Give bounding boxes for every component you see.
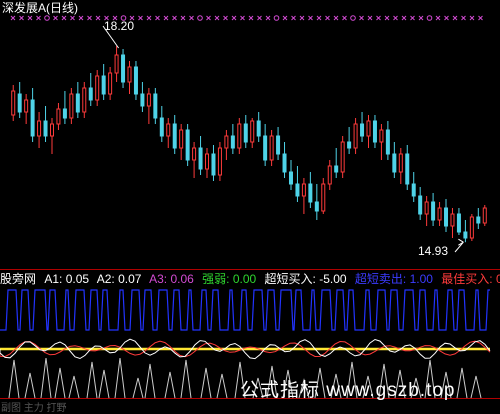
candle-body bbox=[133, 66, 138, 95]
candle-body bbox=[301, 183, 306, 197]
candle-body bbox=[11, 90, 16, 116]
candle-body bbox=[37, 120, 42, 137]
candle-body bbox=[114, 54, 119, 74]
indicator-best-buy: 最佳买入: 0.0 bbox=[441, 272, 500, 286]
watermark: 公式指标 www.gszb.top bbox=[240, 380, 456, 401]
candle-body bbox=[276, 135, 281, 155]
candle-body bbox=[101, 75, 106, 95]
candle bbox=[217, 142, 222, 181]
candle-body bbox=[314, 201, 319, 212]
candle-body bbox=[179, 129, 184, 149]
candle-body bbox=[198, 147, 203, 170]
candle-body bbox=[288, 171, 293, 185]
candle-body bbox=[153, 93, 158, 119]
indicator-ultra-short-buy: 超短买入: -5.00 bbox=[264, 272, 347, 286]
candle-body bbox=[217, 147, 222, 176]
candle-body bbox=[411, 183, 416, 197]
candle-body bbox=[250, 120, 255, 143]
candle-body bbox=[56, 108, 61, 125]
candle-body bbox=[437, 207, 442, 221]
candle-body bbox=[211, 153, 216, 176]
candle-body bbox=[49, 123, 54, 137]
candle-body bbox=[379, 129, 384, 143]
candle-body bbox=[108, 72, 113, 95]
high-price-label: 18.20 bbox=[104, 19, 135, 33]
chart-title: 深发展A(日线) bbox=[2, 1, 78, 15]
candle bbox=[133, 61, 138, 100]
candle-body bbox=[159, 117, 164, 137]
indicator-legend: 股旁网 A1: 0.05 A2: 0.07 A3: 0.06 强弱: 0.00 … bbox=[0, 272, 500, 286]
candle-body bbox=[269, 135, 274, 161]
candle-body bbox=[121, 54, 126, 83]
candle-body bbox=[450, 213, 455, 227]
corner-text: 副图 主力 打野 bbox=[1, 403, 67, 414]
candle-body bbox=[405, 153, 410, 185]
candle-body bbox=[469, 216, 474, 239]
indicator-a1: A1: 0.05 bbox=[44, 272, 90, 286]
candle bbox=[185, 124, 190, 166]
candle-body bbox=[347, 141, 352, 149]
candle-body bbox=[69, 93, 74, 119]
candle-body bbox=[43, 120, 48, 137]
candle-body bbox=[205, 153, 210, 170]
candle-body bbox=[366, 120, 371, 137]
candle-body bbox=[282, 153, 287, 173]
candle-body bbox=[185, 129, 190, 161]
indicator-strength: 强弱: 0.00 bbox=[202, 272, 257, 286]
candle-body bbox=[127, 66, 132, 83]
indicator-a3: A3: 0.06 bbox=[149, 272, 194, 286]
candle-body bbox=[418, 195, 423, 215]
candle-body bbox=[75, 93, 80, 113]
candle-body bbox=[237, 123, 242, 149]
candle-body bbox=[230, 135, 235, 149]
candle-body bbox=[140, 93, 145, 107]
candle-body bbox=[327, 165, 332, 185]
candle-body bbox=[62, 108, 67, 119]
candle-body bbox=[295, 183, 300, 197]
candle-body bbox=[360, 123, 365, 137]
indicator-ultra-short-sell: 超短卖出: 1.00 bbox=[354, 272, 433, 286]
candle bbox=[340, 136, 345, 178]
candle-body bbox=[340, 141, 345, 173]
candle-body bbox=[372, 120, 377, 143]
low-price-label: 14.93 bbox=[418, 244, 449, 258]
candle-body bbox=[424, 201, 429, 215]
candle-body bbox=[482, 207, 487, 224]
candle-body bbox=[431, 201, 436, 221]
candle-body bbox=[334, 165, 339, 173]
chart-canvas bbox=[0, 0, 500, 411]
candle-body bbox=[172, 123, 177, 149]
candle-body bbox=[24, 99, 29, 113]
candle bbox=[482, 205, 487, 226]
candle-body bbox=[385, 129, 390, 155]
candle-body bbox=[444, 207, 449, 227]
candle-body bbox=[88, 87, 93, 101]
indicator-a2: A2: 0.07 bbox=[96, 272, 142, 286]
candle-body bbox=[256, 120, 261, 137]
candle-body bbox=[398, 153, 403, 173]
candle-body bbox=[392, 153, 397, 173]
candle-body bbox=[456, 213, 461, 233]
candle-body bbox=[263, 135, 268, 161]
candle-body bbox=[30, 99, 35, 137]
candle-body bbox=[224, 135, 229, 149]
candle-body bbox=[166, 123, 171, 137]
candle-body bbox=[17, 93, 22, 113]
candle bbox=[469, 214, 474, 241]
candle-body bbox=[146, 93, 151, 107]
candle-body bbox=[321, 183, 326, 212]
candle-body bbox=[353, 123, 358, 149]
candle-body bbox=[476, 216, 481, 224]
candle-body bbox=[192, 147, 197, 161]
indicator-panel-name: 股旁网 bbox=[0, 272, 37, 286]
candle-body bbox=[463, 231, 468, 239]
candle-body bbox=[95, 75, 100, 101]
candle-body bbox=[308, 183, 313, 203]
candle-body bbox=[82, 87, 87, 113]
candle bbox=[121, 49, 126, 88]
candle-body bbox=[243, 123, 248, 143]
